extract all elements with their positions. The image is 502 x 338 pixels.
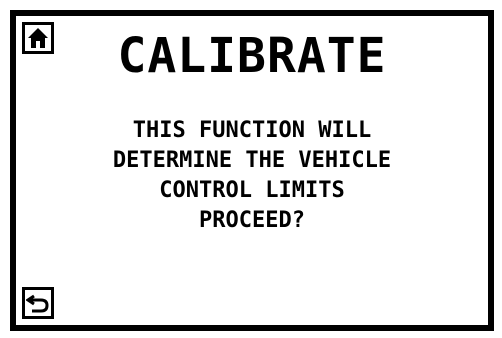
- back-button[interactable]: [22, 287, 54, 319]
- message-line: CONTROL LIMITS: [159, 178, 345, 203]
- message-line: PROCEED?: [199, 208, 305, 233]
- confirmation-message: THIS FUNCTION WILL DETERMINE THE VEHICLE…: [16, 116, 488, 236]
- back-arrow-icon: [26, 294, 49, 313]
- message-line: DETERMINE THE VEHICLE: [112, 148, 392, 173]
- page-title: CALIBRATE: [117, 28, 387, 84]
- message-line: THIS FUNCTION WILL: [132, 118, 372, 143]
- screen-frame: CALIBRATE THIS FUNCTION WILL DETERMINE T…: [10, 10, 494, 331]
